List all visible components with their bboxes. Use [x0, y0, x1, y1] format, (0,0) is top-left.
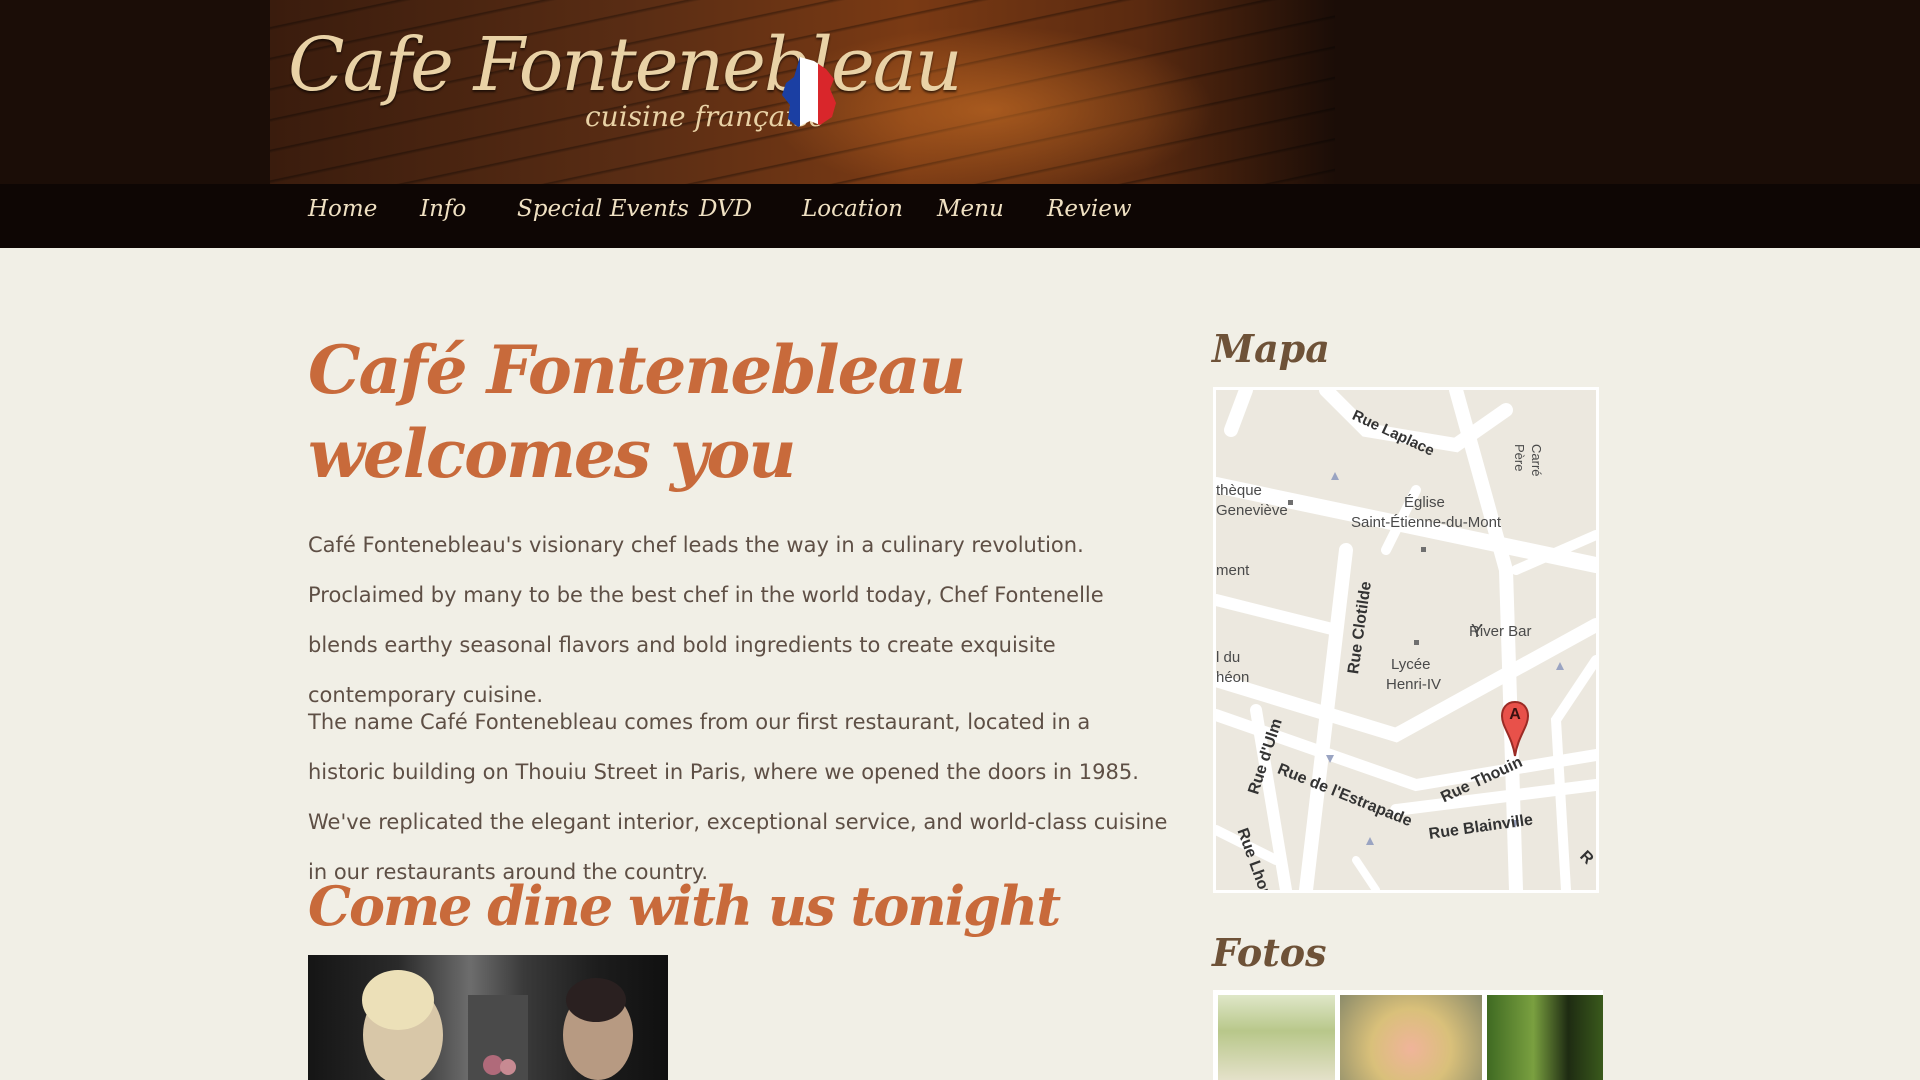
location-map[interactable]: Rue Laplace Carré Père thèque Geneviève …: [1213, 387, 1599, 893]
map-heading: Mapa: [1212, 326, 1330, 371]
france-map-icon: [782, 57, 836, 127]
map-marker-label: A: [1509, 706, 1521, 723]
photos-heading: Fotos: [1212, 930, 1327, 975]
nav-menu[interactable]: Menu: [937, 196, 1004, 222]
intro-paragraph: Café Fontenebleau's visionary chef leads…: [308, 533, 1104, 707]
map-label-ment: ment: [1216, 562, 1250, 579]
nav-review[interactable]: Review: [1047, 196, 1132, 222]
dining-couple-photo: [308, 955, 668, 1080]
nav-home[interactable]: Home: [308, 196, 377, 222]
photo-thumbnail[interactable]: [1487, 995, 1603, 1080]
history-paragraph: The name Café Fontenebleau comes from ou…: [308, 710, 1168, 884]
nav-location[interactable]: Location: [802, 196, 903, 222]
map-label-henri: Henri-IV: [1386, 676, 1442, 693]
map-label-carre: Carré: [1529, 444, 1544, 477]
map-label-theque: thèque: [1216, 482, 1262, 499]
dine-heading: Come dine with us tonight: [308, 874, 1061, 938]
map-label-lycee: Lycée: [1391, 656, 1431, 673]
photo-gallery: [1213, 990, 1603, 1080]
nav-dvd[interactable]: DVD: [699, 196, 752, 222]
nav-info[interactable]: Info: [420, 196, 466, 222]
welcome-heading: Café Fontenebleau welcomes you: [308, 331, 966, 493]
map-label-eon: héon: [1216, 669, 1250, 686]
site-header: Cafe Fontenebleau cuisine française: [0, 0, 1920, 184]
map-label-genevieve: Geneviève: [1216, 502, 1288, 519]
map-label-eglise: Église: [1404, 494, 1445, 511]
map-label-river-bar: River Bar: [1469, 623, 1532, 640]
logo-title[interactable]: Cafe Fontenebleau: [288, 22, 963, 108]
map-label-pere: Père: [1512, 444, 1527, 472]
photo-thumbnail[interactable]: [1340, 995, 1482, 1080]
map-label-saint-etienne: Saint-Étienne-du-Mont: [1351, 514, 1502, 531]
map-marker-icon[interactable]: A: [1500, 700, 1530, 758]
map-label-du: l du: [1216, 649, 1241, 666]
photo-thumbnail[interactable]: [1218, 995, 1335, 1080]
nav-special-events[interactable]: Special Events: [517, 196, 689, 222]
